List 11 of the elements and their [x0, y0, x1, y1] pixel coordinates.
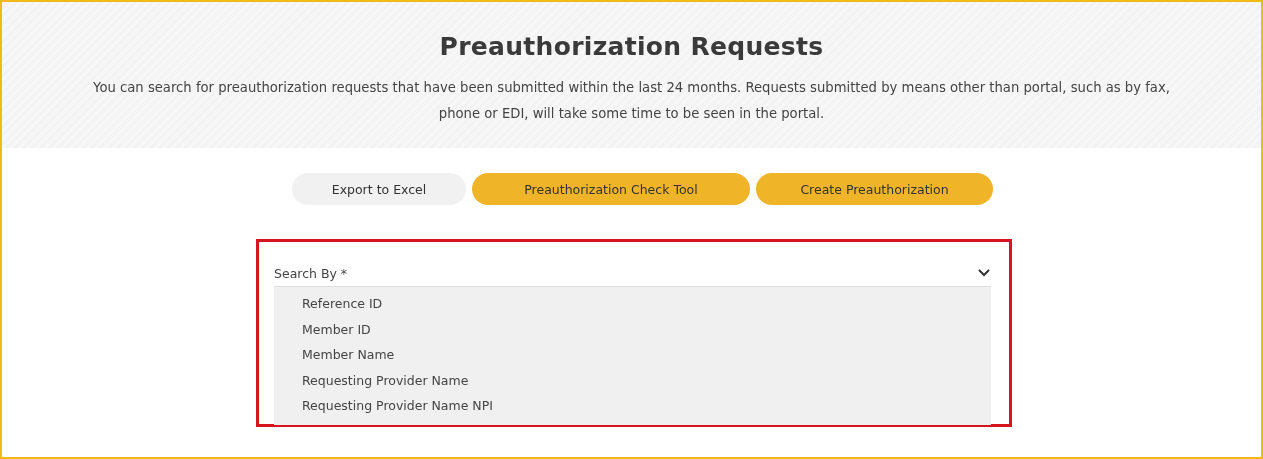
page-title: Preauthorization Requests: [439, 32, 824, 61]
description-text: You can search for preauthorization requests that have been submitted within the last 24 months. Requests submitted by means other than portal, such as by fax, phone or EDI, will take some time to be seen in the portal.: [92, 79, 1171, 123]
action-button[interactable]: Preauthorization Check Tool: [472, 173, 750, 205]
dropdown-option[interactable]: Requesting Provider Name: [302, 367, 469, 393]
select-label: Search By *: [274, 265, 348, 281]
action-button[interactable]: Export to Excel: [292, 173, 466, 205]
dropdown-option[interactable]: Member Name: [302, 342, 395, 368]
action-button[interactable]: Create Preauthorization: [756, 173, 993, 205]
dropdown-option[interactable]: Requesting Provider Name NPI: [302, 393, 493, 419]
dropdown-option[interactable]: Reference ID: [302, 291, 383, 317]
dropdown-option[interactable]: Member ID: [302, 316, 371, 342]
